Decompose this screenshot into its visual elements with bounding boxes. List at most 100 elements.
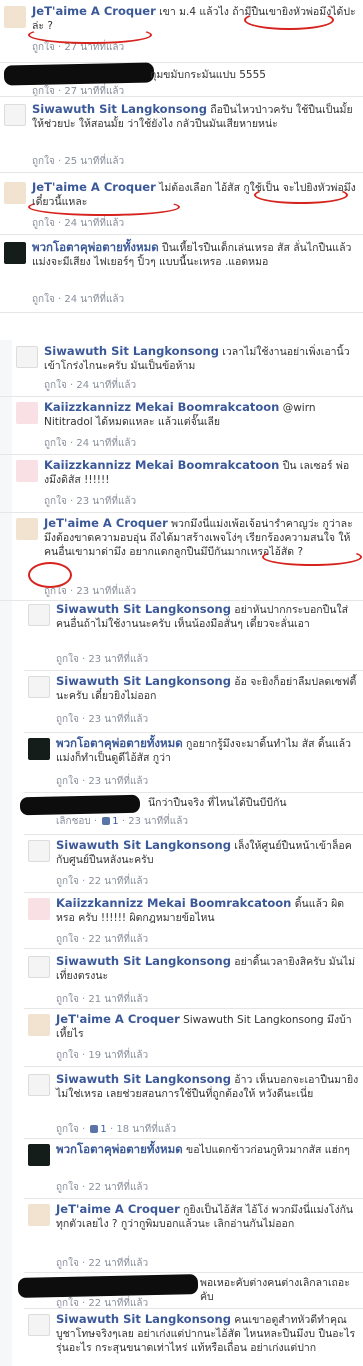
avatar[interactable] — [4, 242, 26, 264]
red-underline-mark — [244, 10, 334, 30]
comment-item: พวกโอตาคุพ่อตายทั้งหมด กูอยากรู้มึงจะมาด… — [24, 734, 363, 792]
avatar[interactable] — [28, 1204, 50, 1226]
avatar[interactable] — [28, 676, 50, 698]
comment-item: JeT'aime A Croquer Siwawuth Sit Langkons… — [24, 1010, 363, 1066]
like-link[interactable]: ถูกใจ — [56, 776, 79, 787]
like-link[interactable]: ถูกใจ — [44, 438, 67, 449]
like-link[interactable]: ถูกใจ — [44, 380, 67, 391]
like-link[interactable]: ถูกใจ — [56, 654, 79, 665]
red-underline-mark — [28, 562, 72, 588]
avatar[interactable] — [16, 460, 38, 482]
avatar[interactable] — [28, 738, 50, 760]
like-link[interactable]: ถูกใจ — [56, 1182, 79, 1193]
comment-author[interactable]: พวกโอตาคุพ่อตายทั้งหมด — [56, 736, 183, 750]
comment-author[interactable]: JeT'aime A Croquer — [56, 1202, 180, 1216]
comment-time: 23 นาทีที่แล้ว — [88, 714, 149, 725]
avatar[interactable] — [4, 6, 26, 28]
comment-text: ขอไปแดกข้าวก่อนกูหิวมากสัส แฮ่กๆ — [186, 1144, 350, 1156]
comment-item: พวกโอตาคุพ่อตายทั้งหมด ปืนเหี้ยไรปืนเด็ก… — [0, 236, 363, 310]
redaction-mark — [17, 1274, 199, 1298]
comment-author[interactable]: Siwawuth Sit Langkonsong — [56, 954, 231, 968]
avatar[interactable] — [28, 604, 50, 626]
redaction-mark — [19, 794, 141, 816]
like-link[interactable]: ถูกใจ — [56, 994, 79, 1005]
redaction-mark — [3, 62, 155, 86]
comment-item: Siwawuth Sit Langkonsong ถือปืนไหวป่าวคร… — [0, 98, 363, 170]
unlike-link[interactable]: เลิกชอบ — [56, 816, 91, 827]
comment-author[interactable]: Kaiizzkannizz Mekai Boomrakcatoon — [44, 400, 279, 414]
comment-author[interactable]: Siwawuth Sit Langkonsong — [32, 102, 207, 116]
comment-author[interactable]: JeT'aime A Croquer — [44, 516, 168, 530]
comment-time: 23 นาทีที่แล้ว — [88, 776, 149, 787]
comment-author[interactable]: Kaiizzkannizz Mekai Boomrakcatoon — [56, 896, 291, 910]
avatar[interactable] — [4, 182, 26, 204]
like-link[interactable]: ถูกใจ — [56, 876, 79, 887]
comment-time: 23 นาทีที่แล้ว — [88, 654, 149, 665]
avatar[interactable] — [16, 518, 38, 540]
red-underline-mark — [28, 26, 152, 44]
like-link[interactable]: ถูกใจ — [32, 294, 55, 305]
avatar[interactable] — [28, 898, 50, 920]
comment-author[interactable]: Siwawuth Sit Langkonsong — [56, 602, 231, 616]
like-link[interactable]: ถูกใจ — [32, 156, 55, 167]
avatar[interactable] — [28, 1144, 50, 1166]
comment-item: Kaiizzkannizz Mekai Boomrakcatoon ปืน เล… — [12, 456, 363, 512]
avatar[interactable] — [28, 956, 50, 978]
comment-author[interactable]: Siwawuth Sit Langkonsong — [44, 344, 219, 358]
avatar[interactable] — [16, 346, 38, 368]
comment-item: กุมขมับกระมันแปบ 5555 ถูกใจ · 27 นาทีที่… — [0, 62, 363, 97]
comment-item: Siwawuth Sit Langkonsong อย่าหันปากกระบอ… — [24, 600, 363, 668]
comment-item: พอเหอะคับต่างคนต่างเลิกลาเถอะคับ ถูกใจ ·… — [17, 1274, 363, 1310]
comment-time: 24 นาทีที่แล้ว — [64, 294, 125, 305]
avatar[interactable] — [28, 1314, 50, 1336]
comment-item: นึกว่าปืนจริง ที่ไหนได้ปืนบีบีกัน เลิกชอ… — [19, 794, 363, 832]
comment-item: Siwawuth Sit Langkonsong เวลาไม่ใช้งานอย… — [12, 342, 363, 396]
like-count[interactable]: 1 — [100, 1124, 106, 1135]
comment-time: 18 นาทีที่แล้ว — [116, 1124, 177, 1135]
comment-time: 22 นาทีที่แล้ว — [88, 1182, 149, 1193]
comment-author[interactable]: พวกโอตาคุพ่อตายทั้งหมด — [56, 1142, 183, 1156]
comment-text: กุมขมับกระมันแปบ 5555 — [150, 69, 266, 81]
like-link[interactable]: ถูกใจ — [56, 714, 79, 725]
like-link[interactable]: ถูกใจ — [32, 42, 55, 53]
avatar[interactable] — [28, 1014, 50, 1036]
like-link[interactable]: ถูกใจ — [32, 218, 55, 229]
comment-author[interactable]: Siwawuth Sit Langkonsong — [56, 1312, 231, 1326]
like-link[interactable]: ถูกใจ — [44, 496, 67, 507]
comment-time: 23 นาทีที่แล้ว — [76, 586, 137, 597]
comment-author[interactable]: Siwawuth Sit Langkonsong — [56, 1072, 231, 1086]
comment-time: 24 นาทีที่แล้ว — [76, 438, 137, 449]
avatar[interactable] — [4, 104, 26, 126]
comment-time: 23 นาทีที่แล้ว — [128, 816, 188, 827]
comment-time: 22 นาทีที่แล้ว — [88, 934, 149, 945]
comment-author[interactable]: Kaiizzkannizz Mekai Boomrakcatoon — [44, 458, 279, 472]
comment-item: JeT'aime A Croquer กูยิงเป็นไอ้สัส ไอ้โง… — [24, 1200, 363, 1272]
comment-author[interactable]: Siwawuth Sit Langkonsong — [56, 674, 231, 688]
comment-item: Siwawuth Sit Langkonsong อ้าว เห็นบอกจะเ… — [24, 1070, 363, 1138]
comment-author[interactable]: JeT'aime A Croquer — [56, 1012, 180, 1026]
comment-time: 24 นาทีที่แล้ว — [76, 380, 137, 391]
like-thumb-icon — [102, 817, 111, 825]
comment-author[interactable]: JeT'aime A Croquer — [32, 4, 156, 18]
comment-author[interactable]: Siwawuth Sit Langkonsong — [56, 838, 231, 852]
like-link[interactable]: ถูกใจ — [56, 1124, 79, 1135]
comment-item: Siwawuth Sit Langkonsong อย่าดิ้นเวลายิง… — [24, 952, 363, 1010]
like-link[interactable]: ถูกใจ — [56, 1050, 79, 1061]
comment-author[interactable]: พวกโอตาคุพ่อตายทั้งหมด — [32, 240, 159, 254]
comment-text: นึกว่าปืนจริง ที่ไหนได้ปืนบีบีกัน — [148, 797, 287, 809]
comment-item: Siwawuth Sit Langkonsong เล็งให้ศูนย์ปืน… — [24, 836, 363, 892]
avatar[interactable] — [28, 840, 50, 862]
avatar[interactable] — [28, 1074, 50, 1096]
comment-text: พอเหอะคับต่างคนต่างเลิกลาเถอะคับ — [200, 1277, 350, 1303]
like-count[interactable]: 1 — [112, 816, 118, 827]
comment-item: Kaiizzkannizz Mekai Boomrakcatoon ดิ้นแล… — [24, 894, 363, 948]
like-link[interactable]: ถูกใจ — [56, 1258, 79, 1269]
comment-author[interactable]: JeT'aime A Croquer — [32, 180, 156, 194]
comment-time: 22 นาทีที่แล้ว — [88, 1258, 149, 1269]
comment-time: 22 นาทีที่แล้ว — [88, 876, 149, 887]
red-underline-mark — [262, 548, 362, 566]
like-link[interactable]: ถูกใจ — [56, 934, 79, 945]
red-underline-mark — [28, 198, 180, 216]
avatar[interactable] — [16, 402, 38, 424]
red-underline-mark — [254, 186, 348, 204]
